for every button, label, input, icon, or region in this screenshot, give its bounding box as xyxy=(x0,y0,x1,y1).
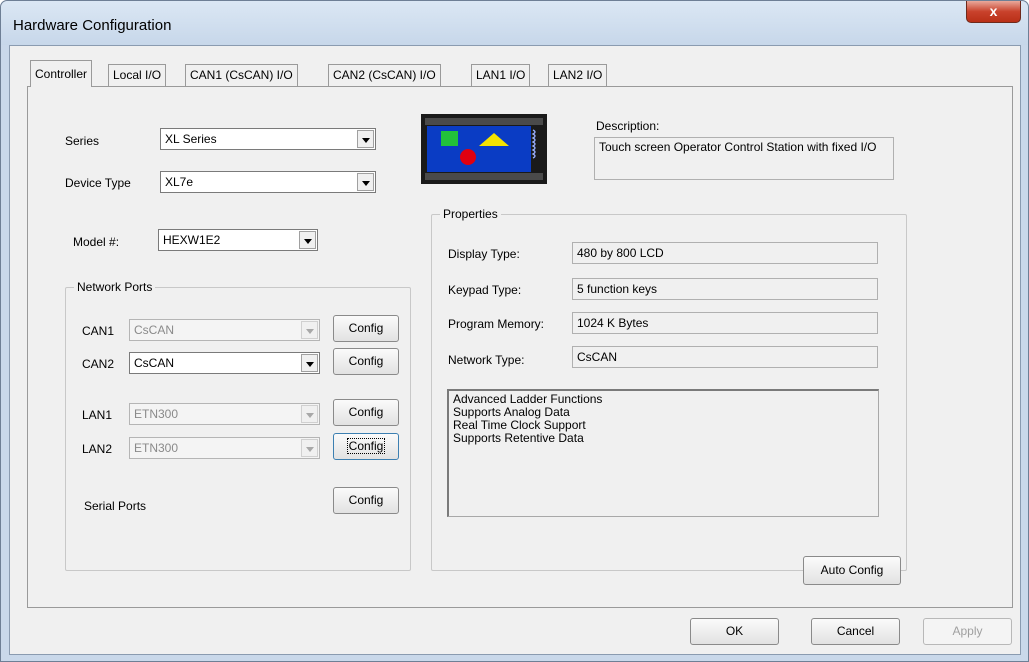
program-memory-label: Program Memory: xyxy=(448,317,545,331)
can2-config-button[interactable]: Config xyxy=(333,348,399,375)
tab-can2-io[interactable]: CAN2 (CsCAN) I/O xyxy=(328,64,441,86)
network-ports-title: Network Ports xyxy=(74,280,156,294)
keypad-type-field: 5 function keys xyxy=(572,278,878,300)
serial-ports-label: Serial Ports xyxy=(84,499,147,513)
network-type-label: Network Type: xyxy=(448,353,525,367)
chevron-down-icon[interactable] xyxy=(299,231,316,249)
chevron-down-icon xyxy=(301,321,318,339)
controller-tab-panel: Series XL Series Device Type XL7e Model … xyxy=(27,86,1013,608)
tab-local-io[interactable]: Local I/O xyxy=(108,64,167,86)
tab-can1-io[interactable]: CAN1 (CsCAN) I/O xyxy=(185,64,298,86)
window-title: Hardware Configuration xyxy=(13,17,172,34)
program-memory-field: 1024 K Bytes xyxy=(572,312,878,334)
series-label: Series xyxy=(65,134,100,148)
dialog-client-area: Controller Local I/O CAN1 (CsCAN) I/O CA… xyxy=(9,45,1021,655)
can2-select[interactable]: CsCAN xyxy=(129,352,320,374)
lan2-label: LAN2 xyxy=(82,442,113,456)
device-type-label: Device Type xyxy=(65,176,131,190)
network-type-field: CsCAN xyxy=(572,346,878,368)
model-label: Model #: xyxy=(73,235,120,249)
close-icon: x xyxy=(989,3,998,19)
keypad-type-label: Keypad Type: xyxy=(448,283,522,297)
close-button[interactable]: x xyxy=(966,1,1021,23)
chevron-down-icon[interactable] xyxy=(357,173,374,191)
chevron-down-icon[interactable] xyxy=(301,354,318,372)
can1-select[interactable]: CsCAN xyxy=(129,319,320,341)
tab-controller[interactable]: Controller xyxy=(30,60,93,87)
apply-button[interactable]: Apply xyxy=(923,618,1012,645)
tab-lan1-io[interactable]: LAN1 I/O xyxy=(471,64,531,86)
properties-title: Properties xyxy=(440,207,501,221)
features-list: Advanced Ladder Functions Supports Analo… xyxy=(447,389,879,517)
description-text: Touch screen Operator Control Station wi… xyxy=(594,137,894,180)
chevron-down-icon xyxy=(301,439,318,457)
title-bar[interactable]: Hardware Configuration x xyxy=(1,1,1028,45)
lan1-label: LAN1 xyxy=(82,408,113,422)
device-illustration-icon xyxy=(421,114,547,184)
tab-lan2-io[interactable]: LAN2 I/O xyxy=(548,64,608,86)
display-type-field: 480 by 800 LCD xyxy=(572,242,878,264)
can2-label: CAN2 xyxy=(82,357,115,371)
chevron-down-icon[interactable] xyxy=(357,130,374,148)
lan1-config-button[interactable]: Config xyxy=(333,399,399,426)
ok-button[interactable]: OK xyxy=(690,618,779,645)
device-type-select[interactable]: XL7e xyxy=(160,171,376,193)
model-select[interactable]: HEXW1E2 xyxy=(158,229,318,251)
cancel-button[interactable]: Cancel xyxy=(811,618,900,645)
chevron-down-icon xyxy=(301,405,318,423)
hardware-configuration-window: Hardware Configuration x Controller Loca… xyxy=(0,0,1029,662)
can1-config-button[interactable]: Config xyxy=(333,315,399,342)
series-select[interactable]: XL Series xyxy=(160,128,376,150)
lan2-select[interactable]: ETN300 xyxy=(129,437,320,459)
description-label: Description: xyxy=(596,119,660,133)
lan1-select[interactable]: ETN300 xyxy=(129,403,320,425)
list-item: Supports Retentive Data xyxy=(453,431,584,445)
display-type-label: Display Type: xyxy=(448,247,520,261)
serial-config-button[interactable]: Config xyxy=(333,487,399,514)
lan2-config-button[interactable]: Config xyxy=(333,433,399,460)
auto-config-button[interactable]: Auto Config xyxy=(803,556,901,585)
can1-label: CAN1 xyxy=(82,324,115,338)
